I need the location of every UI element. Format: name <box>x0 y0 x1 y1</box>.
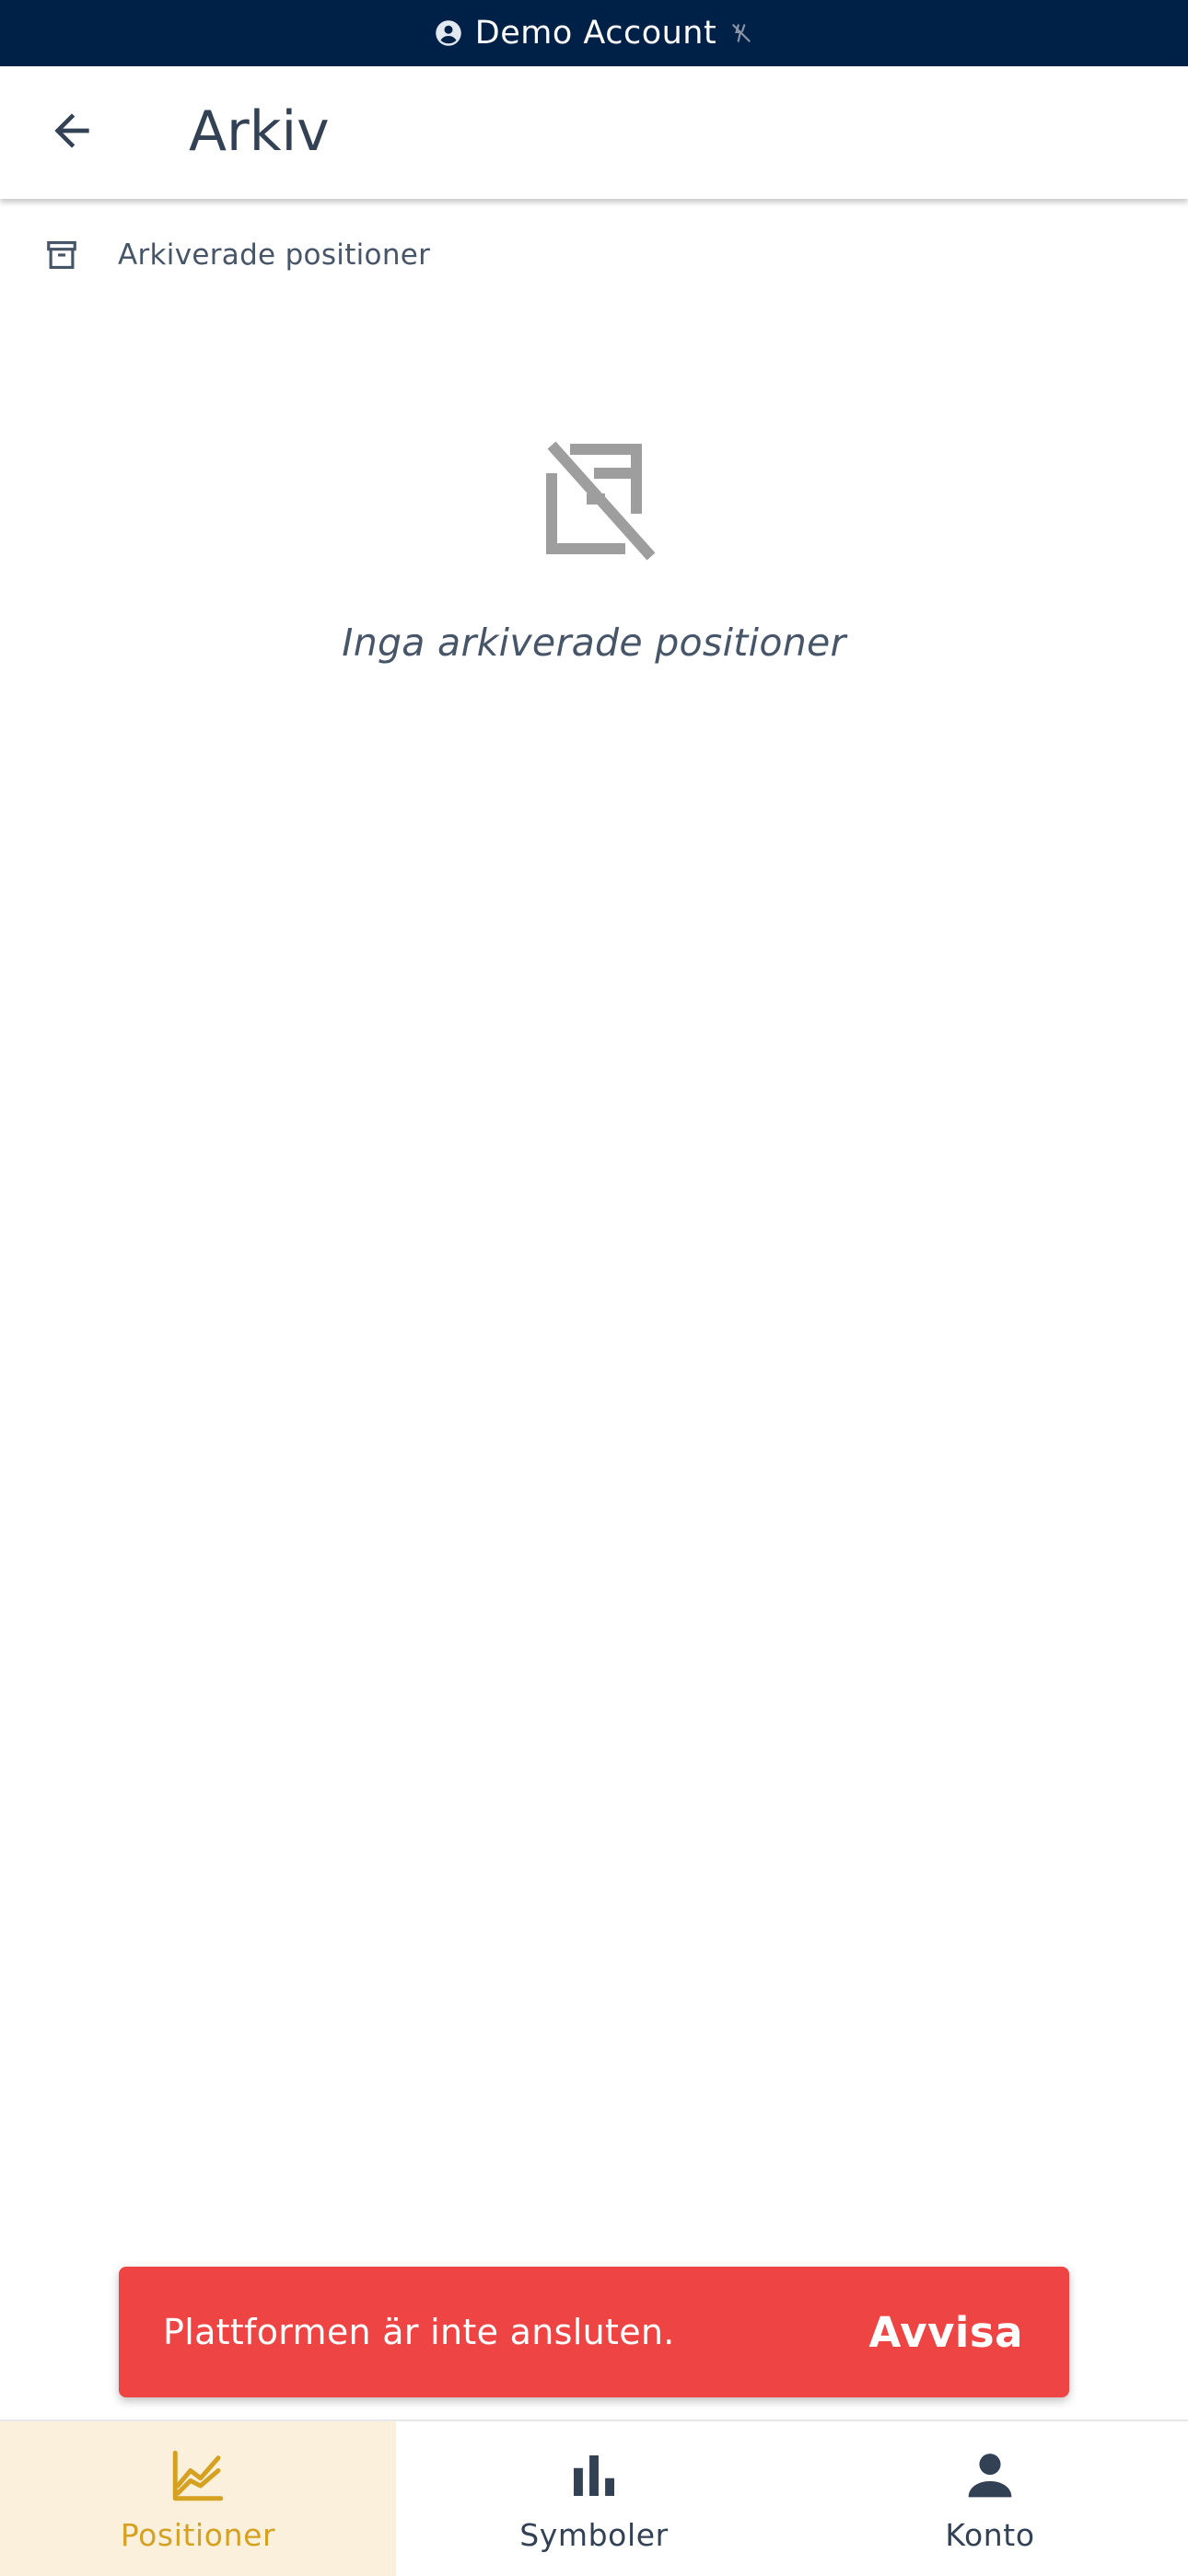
account-circle-icon <box>435 19 462 47</box>
archive-icon <box>44 238 79 273</box>
section-header: Arkiverade positioner <box>44 234 430 276</box>
snackbar-message: Plattformen är inte ansluten. <box>163 2312 675 2352</box>
app-bar: Arkiv <box>0 66 1188 199</box>
person-icon <box>960 2445 1020 2506</box>
nav-label: Symboler <box>519 2516 669 2553</box>
account-banner: Demo Account <box>0 0 1188 66</box>
dismiss-button[interactable]: Avvisa <box>869 2308 1023 2357</box>
bar-chart-icon <box>564 2445 624 2506</box>
nav-item-konto[interactable]: Konto <box>792 2421 1188 2576</box>
account-label: Demo Account <box>474 15 717 52</box>
back-button[interactable] <box>35 100 109 165</box>
snackbar: Plattformen är inte ansluten. Avvisa <box>119 2267 1069 2397</box>
nav-item-symboler[interactable]: Symboler <box>396 2421 792 2576</box>
empty-state-message: Inga arkiverade positioner <box>342 621 846 665</box>
bottom-navigation: Positioner Symboler Konto <box>0 2419 1188 2576</box>
archive-off-icon <box>530 436 658 565</box>
nav-label: Positioner <box>120 2516 276 2553</box>
nav-label: Konto <box>945 2516 1035 2553</box>
arrow-back-icon <box>46 105 98 160</box>
line-chart-icon <box>168 2445 228 2506</box>
page-title: Arkiv <box>189 99 330 164</box>
nav-item-positioner[interactable]: Positioner <box>0 2421 396 2576</box>
sync-disabled-icon <box>729 21 753 45</box>
section-label: Arkiverade positioner <box>118 238 431 272</box>
